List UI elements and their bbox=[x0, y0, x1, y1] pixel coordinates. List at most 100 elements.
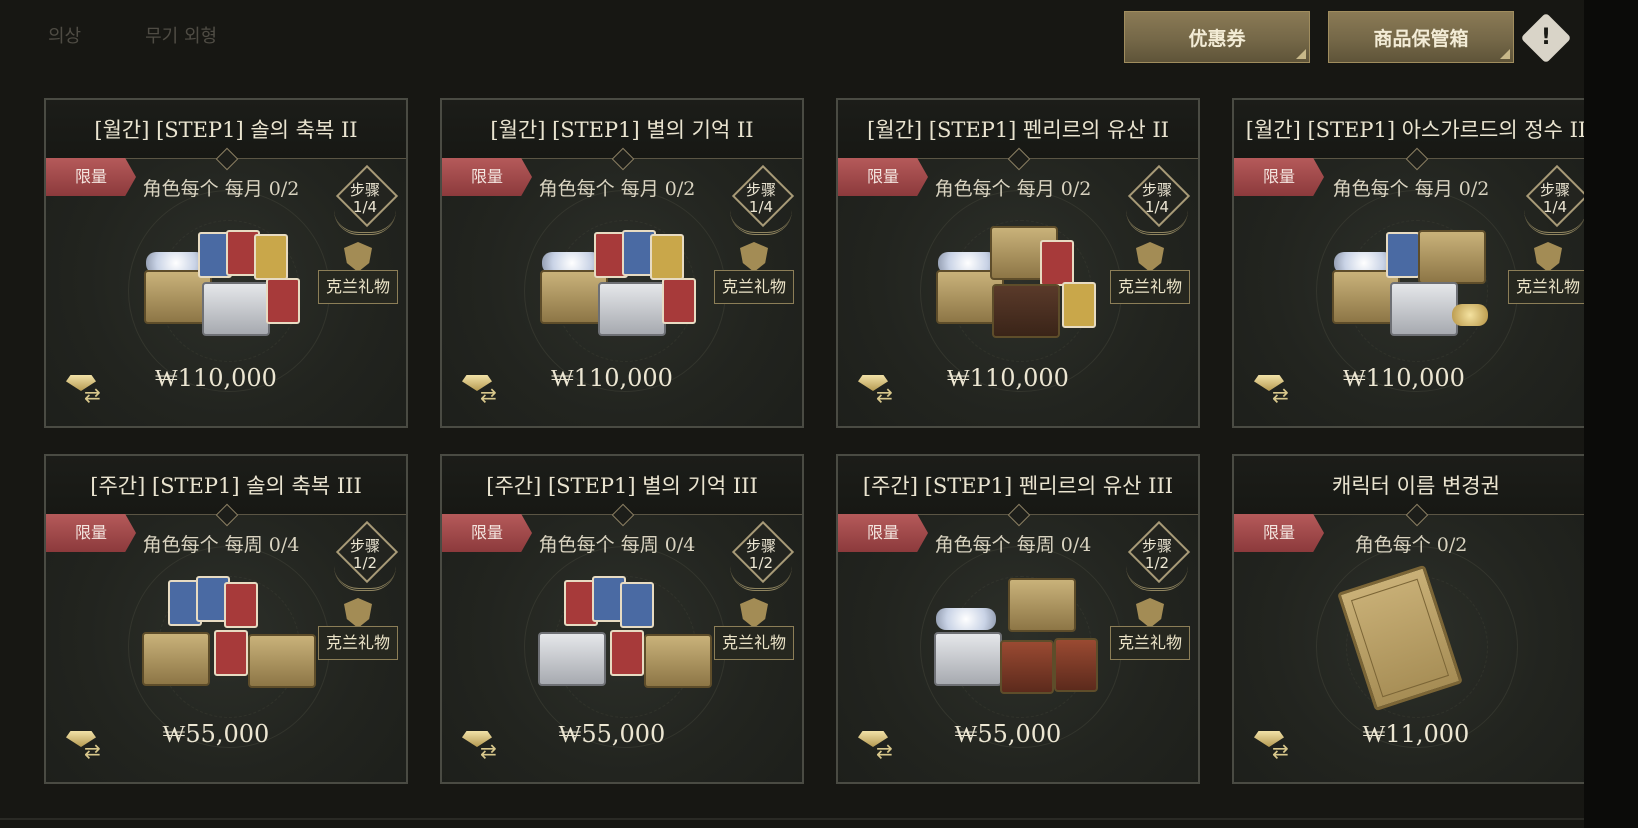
notice-button[interactable]: ! bbox=[1520, 12, 1572, 64]
price: ₩55,000 bbox=[558, 720, 666, 748]
card-image bbox=[662, 278, 696, 324]
card-image bbox=[1386, 232, 1420, 278]
bottom-divider bbox=[0, 818, 1584, 820]
category-tabs: 의상 무기 외형 bbox=[48, 22, 217, 48]
step-label: 步骤 bbox=[349, 181, 380, 199]
laurel-icon bbox=[1126, 566, 1188, 591]
clan-gift-badge[interactable]: 克兰礼物 bbox=[1508, 242, 1584, 314]
product-card[interactable]: [월간] [STEP1] 솔의 축복 II 限量 角色每个 每月 0/2 步骤 … bbox=[44, 98, 408, 428]
laurel-icon bbox=[1524, 210, 1584, 235]
product-title: 캐릭터 이름 변경권 bbox=[1332, 474, 1500, 498]
card-image bbox=[224, 582, 258, 628]
product-card[interactable]: [월간] [STEP1] 별의 기억 II 限量 角色每个 每月 0/2 步骤 … bbox=[440, 98, 804, 428]
shield-icon bbox=[740, 598, 768, 628]
clan-gift-badge[interactable]: 克兰礼物 bbox=[318, 598, 398, 670]
product-card[interactable]: [월간] [STEP1] 펜리르의 유산 II 限量 角色每个 每月 0/2 步… bbox=[836, 98, 1200, 428]
card-image bbox=[650, 234, 684, 280]
purchase-limit: 角色每个 0/2 bbox=[1354, 534, 1468, 556]
clan-gift-badge[interactable]: 克兰礼物 bbox=[1110, 242, 1190, 314]
clan-gift-badge[interactable]: 克兰礼物 bbox=[1110, 598, 1190, 670]
barrel-image bbox=[1054, 638, 1098, 692]
product-title: [월간] [STEP1] 아스가르드의 정수 II bbox=[1245, 118, 1584, 142]
item-storage-button[interactable]: 商品保管箱 bbox=[1328, 11, 1514, 63]
gold-chest-image bbox=[142, 632, 210, 686]
product-card[interactable]: [주간] [STEP1] 별의 기억 III 限量 角色每个 每周 0/4 步骤… bbox=[440, 454, 804, 784]
price: ₩11,000 bbox=[1362, 720, 1470, 748]
laurel-icon bbox=[334, 210, 396, 235]
clan-gift-label: 克兰礼物 bbox=[318, 626, 398, 660]
step-badge: 步骤 1/2 bbox=[728, 520, 795, 592]
product-card[interactable]: [월간] [STEP1] 아스가르드의 정수 II 限量 角色每个 每月 0/2… bbox=[1232, 98, 1584, 428]
exclamation-icon: ! bbox=[1540, 25, 1552, 50]
step-label: 步骤 bbox=[1539, 181, 1570, 199]
card-image bbox=[1062, 282, 1096, 328]
gold-chest-image bbox=[1008, 578, 1076, 632]
bundle-image bbox=[534, 212, 714, 342]
clan-gift-label: 克兰礼物 bbox=[714, 626, 794, 660]
tab-weapon-appearance[interactable]: 무기 외형 bbox=[145, 22, 217, 48]
clan-gift-badge[interactable]: 克兰礼物 bbox=[714, 598, 794, 670]
product-card[interactable]: [주간] [STEP1] 펜리르의 유산 III 限量 角色每个 每周 0/4 … bbox=[836, 454, 1200, 784]
price: ₩55,000 bbox=[162, 720, 270, 748]
step-badge: 步骤 1/4 bbox=[1124, 164, 1191, 236]
silver-chest-image bbox=[598, 282, 666, 336]
shield-icon bbox=[344, 242, 372, 272]
card-image bbox=[254, 234, 288, 280]
clan-gift-label: 克兰礼物 bbox=[1110, 270, 1190, 304]
step-label: 步骤 bbox=[349, 537, 380, 555]
laurel-icon bbox=[1126, 210, 1188, 235]
product-title: [월간] [STEP1] 솔의 축복 II bbox=[94, 118, 358, 142]
bundle-image bbox=[930, 212, 1110, 342]
silver-chest-image bbox=[538, 632, 606, 686]
clan-gift-label: 克兰礼物 bbox=[1110, 626, 1190, 660]
clan-gift-label: 克兰礼物 bbox=[714, 270, 794, 304]
item-storage-button-label: 商品保管箱 bbox=[1373, 27, 1469, 50]
step-badge: 步骤 1/4 bbox=[332, 164, 399, 236]
step-badge: 步骤 1/4 bbox=[728, 164, 795, 236]
bundle-image bbox=[534, 568, 714, 698]
clan-gift-badge[interactable]: 克兰礼物 bbox=[714, 242, 794, 314]
card-image bbox=[266, 278, 300, 324]
price: ₩110,000 bbox=[155, 364, 277, 392]
coupon-button[interactable]: 优惠券 bbox=[1124, 11, 1310, 63]
tab-costume[interactable]: 의상 bbox=[48, 22, 81, 48]
laurel-icon bbox=[730, 566, 792, 591]
bundle-image bbox=[1326, 212, 1506, 342]
shield-icon bbox=[740, 242, 768, 272]
silver-chest-image bbox=[934, 632, 1002, 686]
shield-icon bbox=[1534, 242, 1562, 272]
shield-icon bbox=[344, 598, 372, 628]
product-title: [월간] [STEP1] 펜리르의 유산 II bbox=[867, 118, 1169, 142]
laurel-icon bbox=[730, 210, 792, 235]
coupon-button-label: 优惠券 bbox=[1188, 27, 1246, 50]
price: ₩110,000 bbox=[947, 364, 1069, 392]
step-label: 步骤 bbox=[1141, 537, 1172, 555]
price: ₩110,000 bbox=[551, 364, 673, 392]
silver-chest-image bbox=[1390, 282, 1458, 336]
price: ₩110,000 bbox=[1343, 364, 1465, 392]
right-edge-strip bbox=[1584, 0, 1638, 828]
step-badge: 步骤 1/2 bbox=[1124, 520, 1191, 592]
crystal-pile bbox=[936, 608, 996, 630]
card-image bbox=[214, 630, 248, 676]
bundle-image bbox=[930, 568, 1110, 698]
step-label: 步骤 bbox=[745, 537, 776, 555]
product-title: [주간] [STEP1] 펜리르의 유산 III bbox=[862, 474, 1174, 498]
step-badge: 步骤 1/2 bbox=[332, 520, 399, 592]
laurel-icon bbox=[334, 566, 396, 591]
dark-chest-image bbox=[992, 284, 1060, 338]
product-title: [주간] [STEP1] 별의 기억 III bbox=[486, 474, 758, 498]
clan-gift-badge[interactable]: 克兰礼物 bbox=[318, 242, 398, 314]
barrel-image bbox=[1000, 640, 1054, 694]
product-card[interactable]: [주간] [STEP1] 솔의 축복 III 限量 角色每个 每周 0/4 步骤… bbox=[44, 454, 408, 784]
gold-chest-image bbox=[644, 634, 712, 688]
card-image bbox=[1040, 240, 1074, 286]
price: ₩55,000 bbox=[954, 720, 1062, 748]
step-label: 步骤 bbox=[745, 181, 776, 199]
product-title: [월간] [STEP1] 별의 기억 II bbox=[490, 118, 754, 142]
card-image bbox=[610, 630, 644, 676]
shield-icon bbox=[1136, 598, 1164, 628]
product-card[interactable]: 캐릭터 이름 변경권 限量 角色每个 0/2 ⇄ ₩11,000 bbox=[1232, 454, 1584, 784]
step-badge: 步骤 1/4 bbox=[1522, 164, 1584, 236]
step-label: 步骤 bbox=[1141, 181, 1172, 199]
